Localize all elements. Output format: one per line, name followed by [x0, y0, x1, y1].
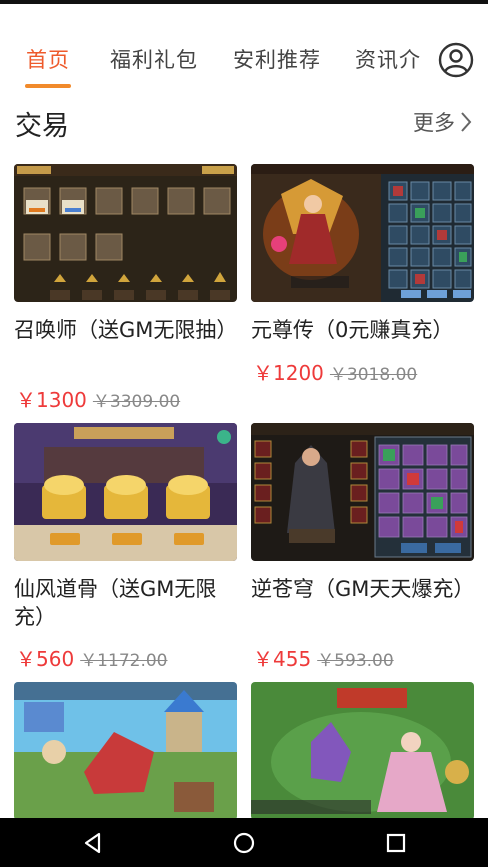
game-thumbnail: [14, 423, 237, 561]
user-circle-icon[interactable]: [438, 42, 474, 78]
sale-price: ￥455: [253, 647, 312, 671]
game-thumbnail: [14, 682, 237, 820]
product-title: 元尊传（0元赚真充）: [251, 318, 454, 342]
product-card[interactable]: [14, 682, 237, 820]
chevron-right-icon: [461, 112, 472, 132]
original-price: ￥3309.00: [92, 392, 181, 412]
price-row: ￥455 ￥593.00: [253, 643, 394, 672]
active-tab-indicator: [25, 84, 71, 88]
tab-gift-packs[interactable]: 福利礼包: [110, 44, 198, 74]
game-thumbnail: [251, 423, 474, 561]
top-nav: 首页 福利礼包 安利推荐 资讯介: [0, 4, 488, 94]
sale-price: ￥560: [16, 647, 75, 671]
product-card[interactable]: 元尊传（0元赚真充）: [251, 164, 474, 344]
recents-square-icon[interactable]: [383, 830, 409, 856]
price-row: ￥1200 ￥3018.00: [253, 357, 417, 386]
price-row: ￥1300 ￥3309.00: [16, 384, 180, 413]
product-card[interactable]: 召唤师（送GM无限抽）: [14, 164, 237, 344]
tab-home[interactable]: 首页: [26, 44, 70, 74]
game-thumbnail: [14, 164, 237, 302]
tab-news[interactable]: 资讯介: [355, 44, 421, 74]
product-title: 仙风道骨（送GM无限充）: [14, 577, 217, 629]
product-card[interactable]: 逆苍穹（GM天天爆充）: [251, 423, 474, 603]
tab-recommend[interactable]: 安利推荐: [233, 44, 321, 74]
more-link[interactable]: 更多: [413, 107, 473, 137]
original-price: ￥3018.00: [329, 365, 418, 385]
system-nav-bar: [0, 818, 488, 867]
original-price: ￥593.00: [317, 651, 394, 671]
sale-price: ￥1300: [16, 388, 87, 412]
game-thumbnail: [251, 682, 474, 820]
original-price: ￥1172.00: [80, 651, 168, 671]
product-title: 逆苍穹（GM天天爆充）: [251, 577, 475, 601]
more-label: 更多: [413, 111, 455, 135]
product-title: 召唤师（送GM无限抽）: [14, 318, 238, 342]
section-title: 交易: [15, 111, 69, 142]
home-circle-icon[interactable]: [231, 830, 257, 856]
product-card[interactable]: 仙风道骨（送GM无限充）: [14, 423, 237, 631]
sale-price: ￥1200: [253, 361, 324, 385]
game-thumbnail: [251, 164, 474, 302]
back-triangle-icon[interactable]: [80, 830, 106, 856]
price-row: ￥560 ￥1172.00: [16, 643, 168, 672]
product-card[interactable]: [251, 682, 474, 820]
